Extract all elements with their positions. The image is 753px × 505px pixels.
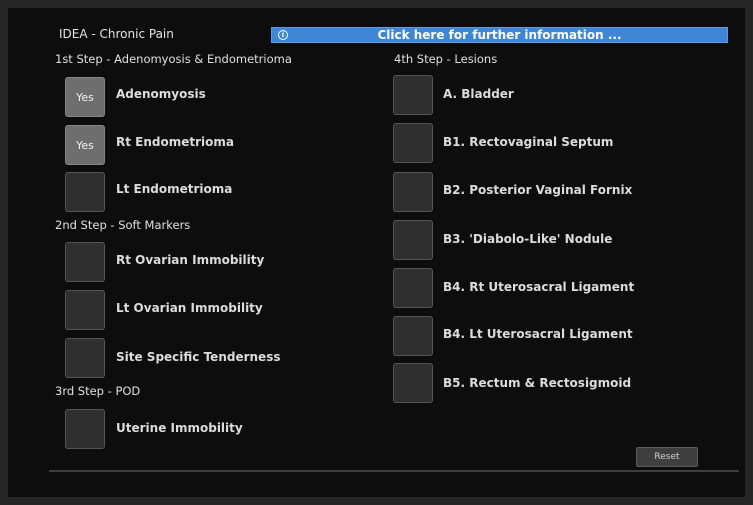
adenomyosis-toggle[interactable]: Yes [65,77,105,117]
reset-button[interactable]: Reset [636,447,698,467]
further-information-button[interactable]: i Click here for further information ... [271,27,728,43]
uterine-immobility-label: Uterine Immobility [116,421,243,435]
step3-heading: 3rd Step - POD [55,384,141,398]
posterior-vaginal-fornix-label: B2. Posterior Vaginal Fornix [443,183,633,197]
bladder-label: A. Bladder [443,87,514,101]
rectum-rectosigmoid-label: B5. Rectum & Rectosigmoid [443,376,632,390]
rt-ovarian-immobility-toggle[interactable] [65,242,105,282]
uterine-immobility-toggle[interactable] [65,409,105,449]
lt-endometrioma-toggle[interactable] [65,172,105,212]
step4-heading: 4th Step - Lesions [394,52,498,66]
lt-endometrioma-label: Lt Endometrioma [116,182,233,196]
posterior-vaginal-fornix-toggle[interactable] [393,172,433,212]
lt-ovarian-immobility-label: Lt Ovarian Immobility [116,301,263,315]
rt-endometrioma-label: Rt Endometrioma [116,135,234,149]
rt-uterosacral-ligament-toggle[interactable] [393,268,433,308]
diabolo-like-nodule-toggle[interactable] [393,220,433,260]
step1-heading: 1st Step - Adenomyosis & Endometrioma [55,52,292,66]
rectum-rectosigmoid-toggle[interactable] [393,363,433,403]
page-title: IDEA - Chronic Pain [59,27,174,41]
site-specific-tenderness-label: Site Specific Tenderness [116,350,281,364]
step2-heading: 2nd Step - Soft Markers [55,218,191,232]
rectovaginal-septum-toggle[interactable] [393,123,433,163]
rt-uterosacral-ligament-label: B4. Rt Uterosacral Ligament [443,280,635,294]
lt-uterosacral-ligament-label: B4. Lt Uterosacral Ligament [443,327,633,341]
adenomyosis-label: Adenomyosis [116,87,206,101]
rt-endometrioma-toggle[interactable]: Yes [65,125,105,165]
rt-ovarian-immobility-label: Rt Ovarian Immobility [116,253,265,267]
rectovaginal-septum-label: B1. Rectovaginal Septum [443,135,614,149]
lt-uterosacral-ligament-toggle[interactable] [393,316,433,356]
bladder-toggle[interactable] [393,75,433,115]
info-bar-label: Click here for further information ... [377,28,622,42]
lt-ovarian-immobility-toggle[interactable] [65,290,105,330]
diabolo-like-nodule-label: B3. 'Diabolo-Like' Nodule [443,232,613,246]
footer-divider [49,470,739,472]
site-specific-tenderness-toggle[interactable] [65,338,105,378]
